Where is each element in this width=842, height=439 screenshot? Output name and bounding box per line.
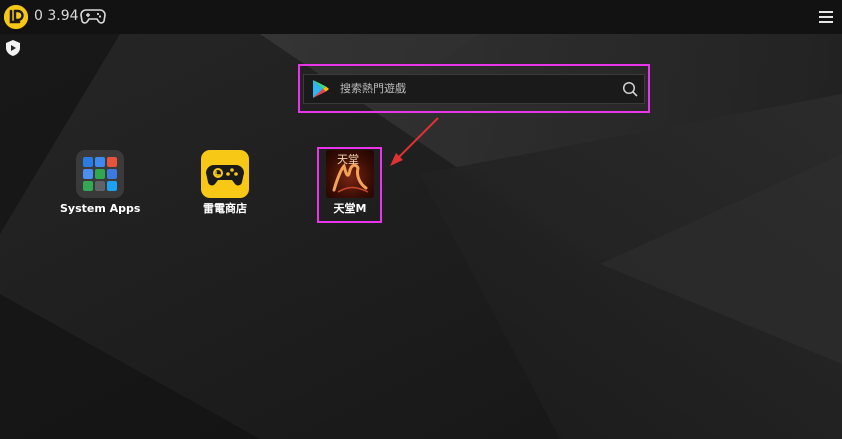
annotation-arrow bbox=[390, 117, 439, 166]
ldplayer-logo-icon[interactable] bbox=[4, 5, 28, 29]
emulator-window: 0 3.94 搜索熱門遊戲 System Apps 雷電商店 天堂 天堂M bbox=[0, 0, 842, 439]
title-bar: 0 3.94 bbox=[0, 0, 842, 34]
menu-icon[interactable] bbox=[818, 9, 834, 23]
version-text: 0 3.94 bbox=[34, 8, 79, 24]
android-desktop: 搜索熱門遊戲 System Apps 雷電商店 天堂 天堂M bbox=[0, 34, 842, 439]
gamepad-icon[interactable] bbox=[80, 6, 106, 26]
